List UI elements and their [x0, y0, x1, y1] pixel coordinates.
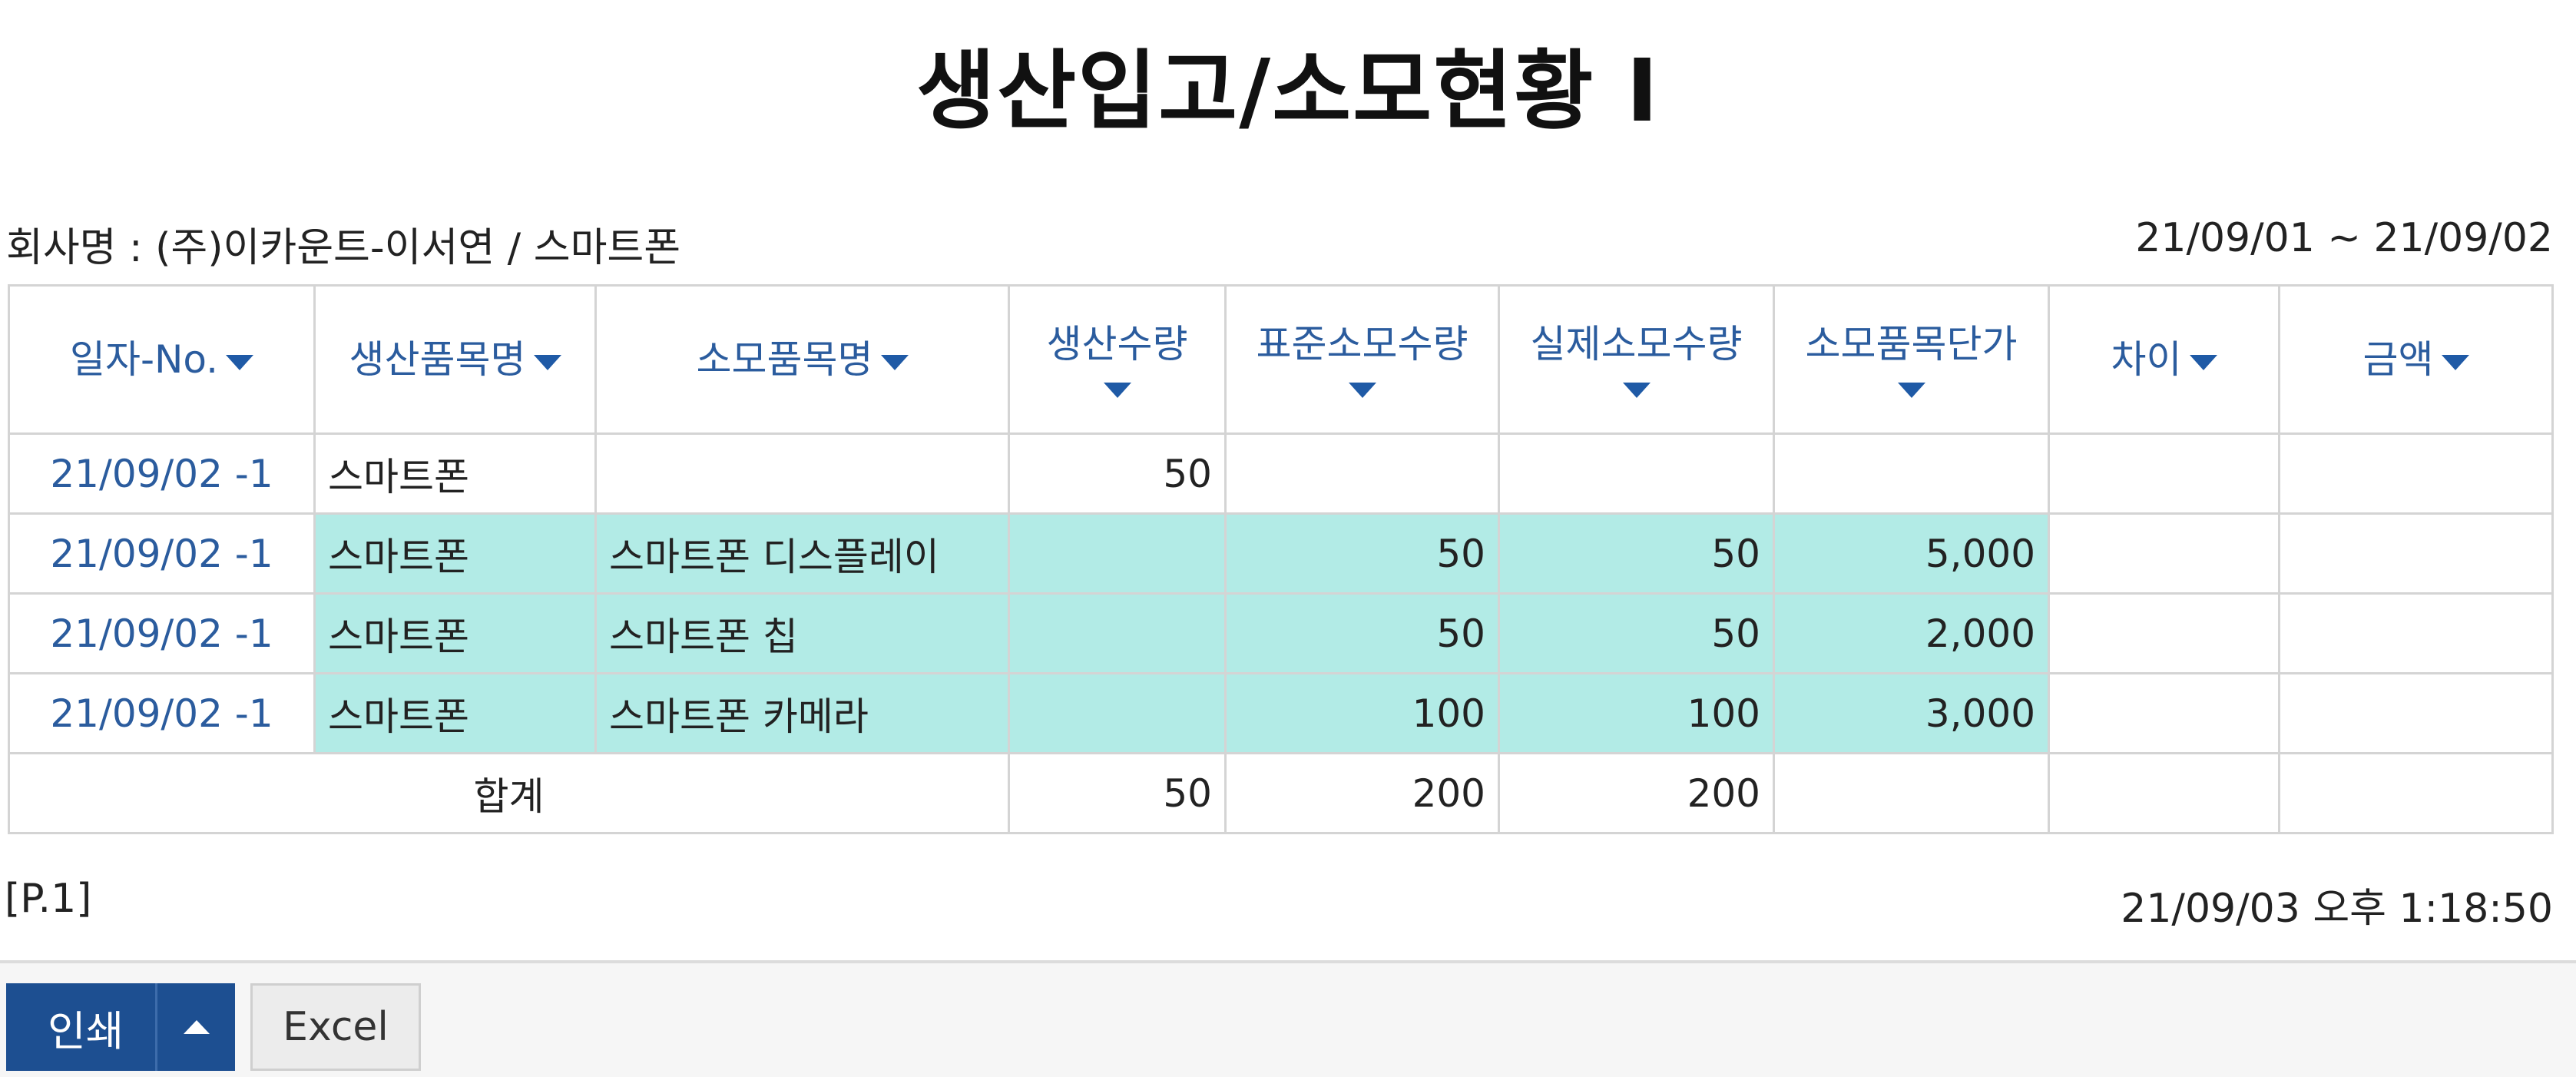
col-header-label: 생산수량: [1046, 322, 1188, 366]
excel-button-label: Excel: [283, 1004, 389, 1050]
cell-standard-qty: 100: [1224, 672, 1500, 754]
cell-unit-price: 3,000: [1773, 672, 2050, 754]
col-header-amount[interactable]: 금액: [2278, 284, 2554, 435]
report-table: 일자-No. 생산품목명 소모품목명 생산수량 표준소모수량 실제소모수량 소모…: [8, 284, 2554, 834]
sort-caret-icon[interactable]: [1103, 382, 1131, 398]
cell-actual-qty: 50: [1498, 512, 1775, 595]
printed-timestamp: 21/09/03 오후 1:18:50: [2121, 886, 2553, 932]
print-button-label: 인쇄: [48, 1006, 124, 1055]
cell-amount: [2278, 512, 2554, 595]
cell-amount: [2278, 592, 2554, 674]
col-header-label: 생산품목명: [349, 337, 526, 382]
sort-caret-icon[interactable]: [2189, 354, 2217, 370]
col-header-actual-qty[interactable]: 실제소모수량: [1498, 284, 1775, 435]
report-sheet: 생산입고/소모현황 I 회사명 : (주)이카운트-이서연 / 스마트폰 21/…: [0, 0, 2576, 960]
cell-production-qty: [1008, 512, 1227, 595]
header-row: 일자-No. 생산품목명 소모품목명 생산수량 표준소모수량 실제소모수량 소모…: [8, 284, 2554, 435]
col-header-label: 실제소모수량: [1530, 322, 1743, 366]
cell-date-no[interactable]: 21/09/02 -1: [8, 672, 316, 754]
cell-difference: [2048, 432, 2280, 515]
sort-caret-icon[interactable]: [226, 354, 254, 370]
sort-caret-icon[interactable]: [1897, 382, 1925, 398]
cell-standard-qty: 50: [1224, 512, 1500, 595]
col-header-label: 표준소모수량: [1256, 322, 1468, 366]
table-row: 21/09/02 -1 스마트폰 스마트폰 카메라 100 100 3,000: [8, 672, 2554, 754]
cell-actual-qty: 100: [1498, 672, 1775, 754]
cell-standard-qty: [1224, 432, 1500, 515]
sort-caret-icon[interactable]: [880, 354, 909, 370]
cell-difference: [2048, 672, 2280, 754]
col-header-label: 소모품목단가: [1805, 322, 2018, 366]
cell-amount: [2278, 672, 2554, 754]
col-header-label: 소모품목명: [696, 337, 873, 382]
cell-actual-qty: 50: [1498, 592, 1775, 674]
print-button[interactable]: 인쇄: [6, 983, 235, 1071]
col-header-label: 금액: [2362, 337, 2434, 382]
sort-caret-icon[interactable]: [533, 354, 561, 370]
cell-product: 스마트폰: [313, 432, 597, 515]
total-difference: [2048, 752, 2280, 834]
total-standard-qty: 200: [1224, 752, 1500, 834]
total-production-qty: 50: [1008, 752, 1227, 834]
cell-difference: [2048, 512, 2280, 595]
total-amount: [2278, 752, 2554, 834]
caret-up-icon[interactable]: [184, 1020, 210, 1034]
cell-date-no[interactable]: 21/09/02 -1: [8, 432, 316, 515]
col-header-consumed-item[interactable]: 소모품목명: [594, 284, 1010, 435]
cell-unit-price: 2,000: [1773, 592, 2050, 674]
cell-standard-qty: 50: [1224, 592, 1500, 674]
col-header-product[interactable]: 생산품목명: [313, 284, 597, 435]
total-unit-price: [1773, 752, 2050, 834]
cell-actual-qty: [1498, 432, 1775, 515]
col-header-standard-qty[interactable]: 표준소모수량: [1224, 284, 1500, 435]
cell-production-qty: 50: [1008, 432, 1227, 515]
divider: [0, 960, 2576, 963]
company-info: 회사명 : (주)이카운트-이서연 / 스마트폰: [6, 225, 681, 271]
cell-production-qty: [1008, 592, 1227, 674]
cell-consumed-item: 스마트폰 칩: [594, 592, 1010, 674]
cell-unit-price: [1773, 432, 2050, 515]
excel-button[interactable]: Excel: [250, 983, 421, 1071]
report-title: 생산입고/소모현황 I: [916, 41, 1660, 141]
table-row: 21/09/02 -1 스마트폰 스마트폰 디스플레이 50 50 5,000: [8, 512, 2554, 595]
total-actual-qty: 200: [1498, 752, 1775, 834]
table-row: 21/09/02 -1 스마트폰 50: [8, 432, 2554, 515]
cell-difference: [2048, 592, 2280, 674]
button-divider: [155, 983, 157, 1071]
total-row: 합계 50 200 200: [8, 752, 2554, 834]
cell-consumed-item: 스마트폰 디스플레이: [594, 512, 1010, 595]
col-header-difference[interactable]: 차이: [2048, 284, 2280, 435]
cell-consumed-item: [594, 432, 1010, 515]
col-header-date-no[interactable]: 일자-No.: [8, 284, 316, 435]
cell-production-qty: [1008, 672, 1227, 754]
sort-caret-icon[interactable]: [1348, 382, 1376, 398]
table-row: 21/09/02 -1 스마트폰 스마트폰 칩 50 50 2,000: [8, 592, 2554, 674]
page-number: [P.1]: [5, 876, 92, 922]
cell-product: 스마트폰: [313, 592, 597, 674]
sort-caret-icon[interactable]: [2441, 354, 2469, 370]
total-label: 합계: [8, 752, 1010, 834]
cell-product: 스마트폰: [313, 672, 597, 754]
cell-date-no[interactable]: 21/09/02 -1: [8, 512, 316, 595]
cell-date-no[interactable]: 21/09/02 -1: [8, 592, 316, 674]
cell-amount: [2278, 432, 2554, 515]
col-header-label: 일자-No.: [69, 337, 219, 382]
col-header-unit-price[interactable]: 소모품목단가: [1773, 284, 2050, 435]
cell-unit-price: 5,000: [1773, 512, 2050, 595]
col-header-production-qty[interactable]: 생산수량: [1008, 284, 1227, 435]
date-range: 21/09/01 ~ 21/09/02: [2135, 215, 2553, 261]
cell-product: 스마트폰: [313, 512, 597, 595]
sort-caret-icon[interactable]: [1622, 382, 1651, 398]
col-header-label: 차이: [2111, 337, 2182, 382]
cell-consumed-item: 스마트폰 카메라: [594, 672, 1010, 754]
